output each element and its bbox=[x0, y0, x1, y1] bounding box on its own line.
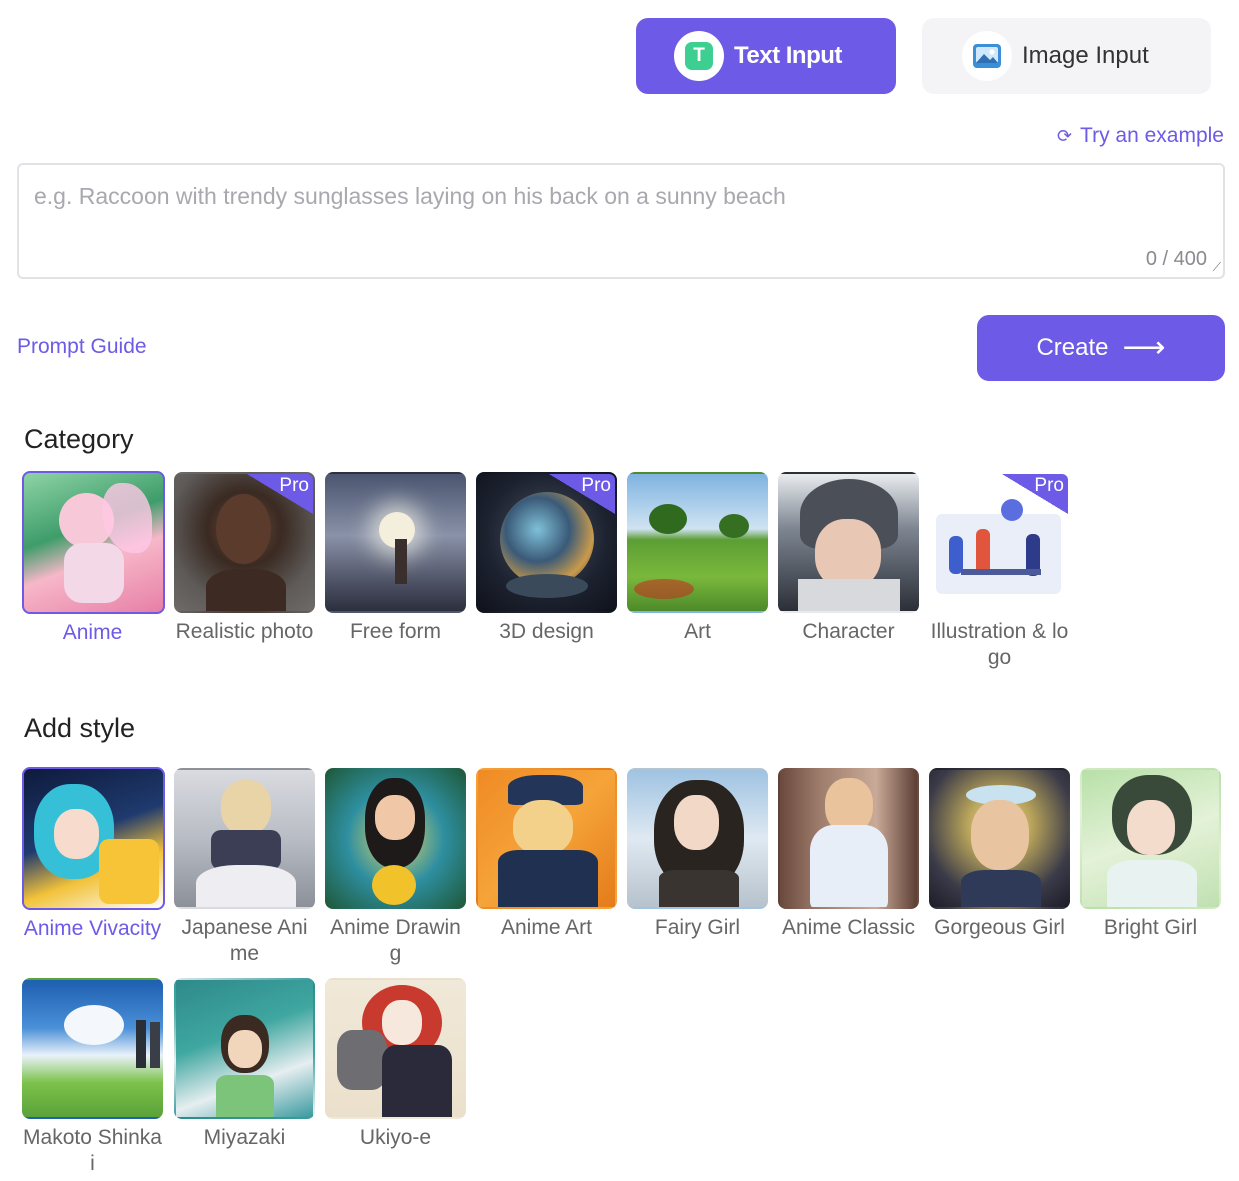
category-item-realistic-photo[interactable]: Pro Realistic photo bbox=[174, 472, 315, 645]
style-label: Anime Vivacity bbox=[23, 917, 162, 940]
image-input-tab[interactable]: Image Input bbox=[922, 18, 1211, 94]
category-title: Category bbox=[24, 424, 134, 454]
style-item-japanese-anime[interactable]: Japanese Anime bbox=[174, 768, 315, 967]
style-item-makoto-shinkai[interactable]: Makoto Shinkai bbox=[22, 978, 163, 1177]
category-label: Free form bbox=[349, 620, 441, 643]
create-button[interactable]: Create ⟶ bbox=[977, 315, 1225, 381]
style-label: Bright Girl bbox=[1103, 916, 1198, 939]
pro-badge: Pro bbox=[1002, 474, 1068, 514]
text-t-icon: T bbox=[685, 42, 713, 70]
try-example-link[interactable]: ⟳ Try an example bbox=[1057, 124, 1224, 148]
style-label: Japanese Anime bbox=[181, 916, 308, 965]
category-item-3d-design[interactable]: Pro 3D design bbox=[476, 472, 617, 645]
art-thumbnail bbox=[627, 472, 768, 613]
character-thumbnail bbox=[778, 472, 919, 613]
text-input-label: Text Input bbox=[734, 42, 842, 69]
style-label: Ukiyo-e bbox=[359, 1126, 432, 1149]
anime-drawing-thumbnail bbox=[325, 768, 466, 909]
prompt-box: 0 / 400 ⟋ bbox=[17, 163, 1225, 279]
category-label: Character bbox=[802, 620, 895, 643]
bright-girl-thumbnail bbox=[1080, 768, 1221, 909]
anime-thumbnail bbox=[22, 471, 165, 614]
ukiyo-e-thumbnail bbox=[325, 978, 466, 1119]
style-item-ukiyo-e[interactable]: Ukiyo-e bbox=[325, 978, 466, 1151]
3d-design-thumbnail: Pro bbox=[476, 472, 617, 613]
try-example-label: Try an example bbox=[1080, 124, 1224, 147]
text-input-tab[interactable]: T Text Input bbox=[636, 18, 896, 94]
style-item-anime-art[interactable]: Anime Art bbox=[476, 768, 617, 941]
style-label: Anime Classic bbox=[781, 916, 916, 939]
arrow-right-icon: ⟶ bbox=[1122, 331, 1166, 364]
style-label: Makoto Shinkai bbox=[23, 1126, 162, 1175]
image-input-label: Image Input bbox=[1022, 42, 1149, 69]
makoto-shinkai-thumbnail bbox=[22, 978, 163, 1119]
realistic-photo-thumbnail: Pro bbox=[174, 472, 315, 613]
style-item-anime-vivacity[interactable]: Anime Vivacity bbox=[22, 767, 165, 942]
japanese-anime-thumbnail bbox=[174, 768, 315, 909]
image-input-icon-wrap bbox=[962, 31, 1012, 81]
style-label: Fairy Girl bbox=[654, 916, 741, 939]
fairy-girl-thumbnail bbox=[627, 768, 768, 909]
refresh-icon: ⟳ bbox=[1056, 125, 1073, 146]
category-label: Anime bbox=[62, 621, 123, 644]
style-item-miyazaki[interactable]: Miyazaki bbox=[174, 978, 315, 1151]
prompt-guide-link[interactable]: Prompt Guide bbox=[17, 335, 147, 359]
text-input-icon-wrap: T bbox=[674, 31, 724, 81]
category-label: Realistic photo bbox=[175, 620, 314, 643]
category-item-anime[interactable]: Anime bbox=[22, 471, 165, 646]
category-item-free-form[interactable]: Free form bbox=[325, 472, 466, 645]
style-item-fairy-girl[interactable]: Fairy Girl bbox=[627, 768, 768, 941]
style-label: Anime Art bbox=[500, 916, 593, 939]
category-item-art[interactable]: Art bbox=[627, 472, 768, 645]
style-item-gorgeous-girl[interactable]: Gorgeous Girl bbox=[929, 768, 1070, 941]
style-label: Miyazaki bbox=[203, 1126, 286, 1149]
category-label: 3D design bbox=[499, 620, 594, 643]
pro-badge: Pro bbox=[247, 474, 313, 514]
pro-badge: Pro bbox=[549, 474, 615, 514]
anime-vivacity-thumbnail bbox=[22, 767, 165, 910]
char-counter: 0 / 400 bbox=[1145, 248, 1207, 270]
illustration-logo-thumbnail: Pro bbox=[929, 472, 1070, 613]
anime-classic-thumbnail bbox=[778, 768, 919, 909]
prompt-input[interactable] bbox=[19, 165, 1223, 277]
style-item-anime-drawing[interactable]: Anime Drawing bbox=[325, 768, 466, 967]
anime-art-thumbnail bbox=[476, 768, 617, 909]
style-item-anime-classic[interactable]: Anime Classic bbox=[778, 768, 919, 941]
style-item-bright-girl[interactable]: Bright Girl bbox=[1080, 768, 1221, 941]
style-label: Anime Drawing bbox=[330, 916, 461, 965]
category-label: Illustration & logo bbox=[930, 620, 1069, 669]
style-label: Gorgeous Girl bbox=[934, 916, 1065, 939]
resize-handle-icon[interactable]: ⟋ bbox=[1213, 260, 1221, 275]
create-label: Create bbox=[1036, 334, 1109, 361]
category-label: Art bbox=[684, 620, 711, 643]
gorgeous-girl-thumbnail bbox=[929, 768, 1070, 909]
category-item-illustration-logo[interactable]: Pro Illustration & logo bbox=[929, 472, 1070, 671]
add-style-title: Add style bbox=[24, 713, 136, 743]
category-item-character[interactable]: Character bbox=[778, 472, 919, 645]
miyazaki-thumbnail bbox=[174, 978, 315, 1119]
image-icon bbox=[973, 44, 1001, 68]
free-form-thumbnail bbox=[325, 472, 466, 613]
